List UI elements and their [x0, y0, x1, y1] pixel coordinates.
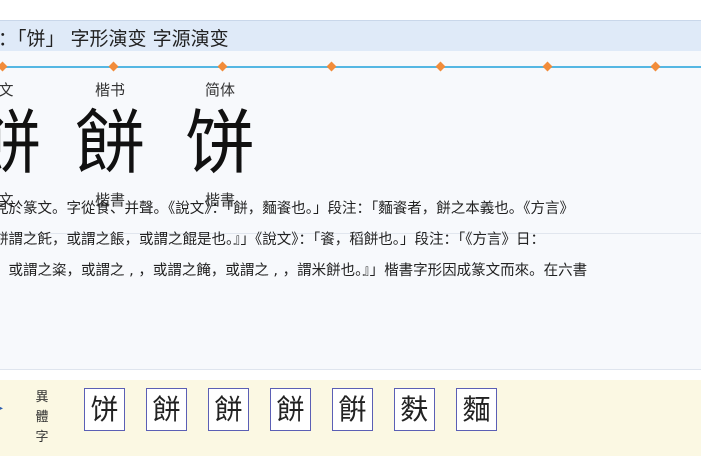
- header-bar: ：「饼」 字形演变 字源演变: [0, 20, 701, 52]
- timeline-line: [0, 66, 701, 68]
- stage-glyph[interactable]: 餅: [0, 101, 46, 185]
- timeline-marker[interactable]: [650, 61, 661, 72]
- variant-char[interactable]: 餠: [332, 388, 373, 431]
- variant-char[interactable]: 餅: [270, 388, 311, 431]
- evolution-stage-seal: 文 餅 文: [0, 79, 46, 211]
- timeline-marker[interactable]: [435, 61, 446, 72]
- variant-char[interactable]: 餅: [146, 388, 187, 431]
- stage-label: 文: [0, 81, 14, 99]
- variants-bar: ▸ 異體字 饼 餅 餅 餅 餠 麩 麵: [0, 380, 701, 456]
- evolution-stage-kaishu: 楷书 餅 楷書: [70, 79, 150, 211]
- description-line: 見於篆文。字從食、并聲。《說文》：「餅，麵餈也。」段注：「麵餈者，餅之本義也。《…: [0, 201, 574, 217]
- etymology-description: 見於篆文。字從食、并聲。《說文》：「餅，麵餈也。」段注：「麵餈者，餅之本義也。《…: [0, 194, 701, 287]
- variant-char[interactable]: 饼: [84, 388, 125, 431]
- timeline-marker[interactable]: [0, 61, 8, 72]
- arrow-icon[interactable]: ▸: [0, 400, 3, 416]
- variant-char[interactable]: 麩: [394, 388, 435, 431]
- variants-label: 異體字: [35, 390, 49, 445]
- header-title: ：「饼」 字形演变 字源演变: [0, 28, 229, 50]
- variant-char[interactable]: 餅: [208, 388, 249, 431]
- stage-glyph[interactable]: 餅: [70, 101, 150, 185]
- stage-label: 简体: [204, 81, 235, 99]
- timeline-marker[interactable]: [108, 61, 119, 72]
- timeline-marker[interactable]: [326, 61, 337, 72]
- description-line: ，或謂之粢，或謂之 , ，或謂之餣，或謂之 , ，謂米餅也。』」楷書字形因成篆文…: [0, 263, 588, 279]
- timeline-marker[interactable]: [217, 61, 228, 72]
- stage-label: 楷书: [94, 81, 125, 99]
- evolution-stage-simplified: 简体 饼 楷書: [180, 79, 260, 211]
- timeline-marker[interactable]: [542, 61, 553, 72]
- description-line: 餅謂之飥，或謂之餦，或謂之餛是也。』」《說文》：「餈，稻餅也。」段注：「《方言》…: [0, 232, 545, 248]
- stage-glyph[interactable]: 饼: [180, 101, 260, 185]
- variant-char[interactable]: 麵: [456, 388, 497, 431]
- variants-list: 饼 餅 餅 餅 餠 麩 麵: [84, 388, 497, 431]
